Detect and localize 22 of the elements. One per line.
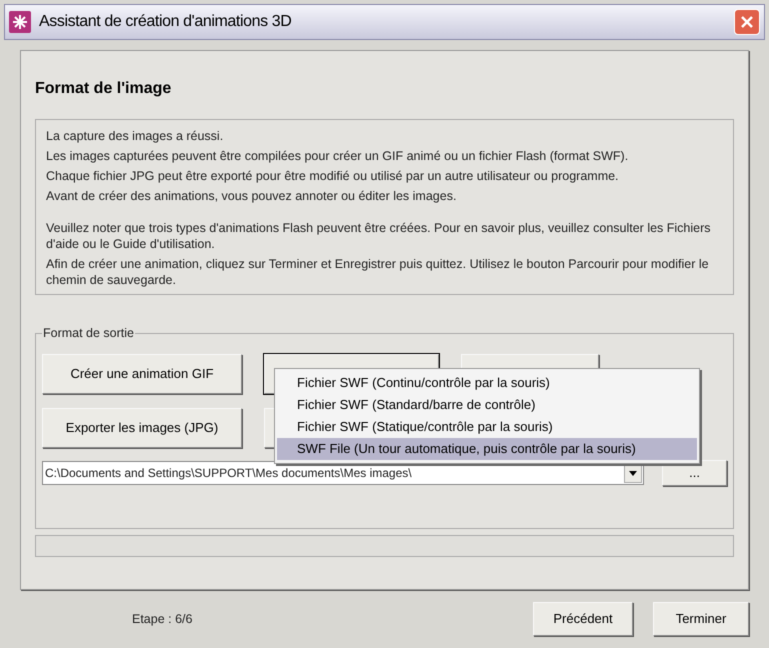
menu-item[interactable]: Fichier SWF (Standard/barre de contrôle)	[277, 394, 697, 416]
menu-item[interactable]: Fichier SWF (Statique/contrôle par la souris)	[277, 416, 697, 438]
gif-button[interactable]: Créer une animation GIF	[42, 354, 242, 394]
info-text: Veuillez noter que trois types d'animations Flash peuvent être créées. Pour en savoir plus, veuillez consulter les Fichiers d'aide ou le Guide d'utilisation.	[46, 220, 712, 252]
info-text: Avant de créer des animations, vous pouvez annoter ou éditer les images.	[46, 188, 458, 204]
info-text: Afin de créer une animation, cliquez sur Terminer et Enregistrer puis quittez. Utilisez le bouton Parcourir pour modifier le chemin de sauvegarde.	[46, 256, 710, 288]
info-text: Chaque fichier JPG peut être exporté pour être modifié ou utilisé par un autre utilisateur ou programme.	[46, 168, 620, 184]
finish-button[interactable]: Terminer	[653, 602, 749, 636]
page-header: Format de l'image	[35, 79, 172, 99]
menu-item[interactable]: SWF File (Un tour automatique, puis contrôle par la souris)	[277, 438, 697, 460]
step-label: Etape : 6/6	[132, 610, 192, 628]
menu-item[interactable]: Fichier SWF (Continu/contrôle par la souris)	[277, 372, 697, 394]
window-title: Assistant de création d'animations 3D	[39, 12, 292, 32]
close-button[interactable]	[734, 9, 760, 35]
path-value: C:\Documents and Settings\SUPPORT\Mes documents\Mes images\	[44, 465, 413, 482]
export-button[interactable]: Exporter les images (JPG)	[42, 408, 242, 448]
close-icon	[740, 15, 754, 29]
info-text: Les images capturées peuvent être compilées pour créer un GIF animé ou un fichier Flash (format SWF).	[46, 148, 630, 164]
info-text: La capture des images a réussi.	[46, 128, 224, 144]
previous-button[interactable]: Précédent	[533, 602, 633, 636]
caret-icon	[629, 470, 638, 476]
app-icon	[9, 11, 31, 33]
